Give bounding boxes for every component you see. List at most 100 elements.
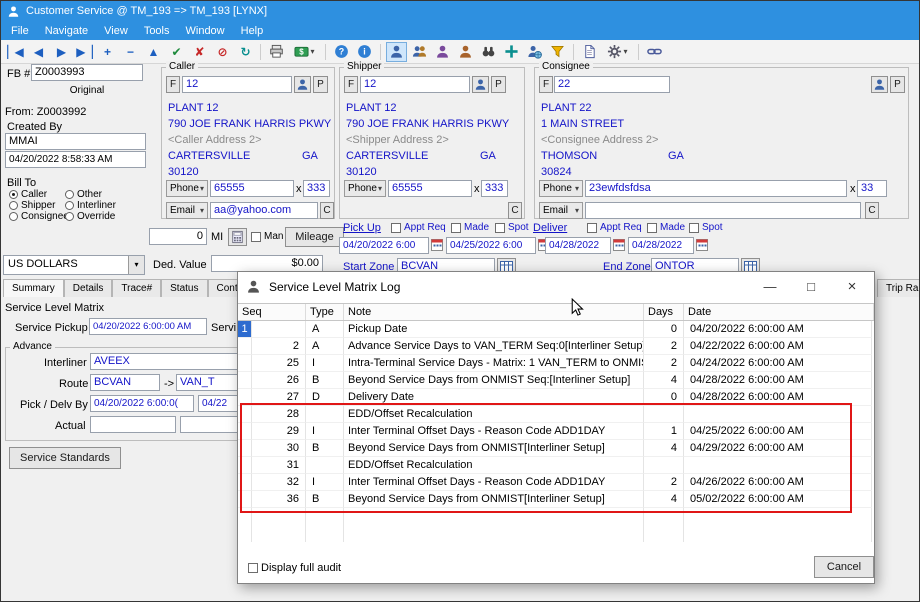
route-from-field[interactable]: BCVAN xyxy=(90,374,160,391)
tab-trace-[interactable]: Trace# xyxy=(112,279,161,297)
log-row[interactable]: 29IInter Terminal Offset Days - Reason C… xyxy=(238,423,874,440)
log-cell[interactable]: 0 xyxy=(644,321,684,338)
log-cell[interactable] xyxy=(238,457,252,474)
bill-to-option-consignee[interactable]: Consignee xyxy=(9,211,69,222)
bill-to-option-other[interactable]: Other xyxy=(65,189,116,200)
log-cell[interactable]: 32 xyxy=(252,474,306,491)
menu-view[interactable]: View xyxy=(96,23,136,39)
caller-contact-button[interactable] xyxy=(294,76,311,93)
log-cell[interactable]: 2 xyxy=(252,338,306,355)
caller-p-button[interactable]: P xyxy=(313,76,328,93)
shipper-code-field[interactable]: 12 xyxy=(360,76,470,93)
log-cell[interactable]: 4 xyxy=(644,491,684,508)
shipper-phone-combo[interactable]: Phone▾ xyxy=(344,180,386,197)
log-cell[interactable]: 26 xyxy=(252,372,306,389)
log-cell[interactable]: Beyond Service Days from ONMIST[Interlin… xyxy=(344,491,644,508)
caller-email-combo[interactable]: Email▾ xyxy=(166,202,208,219)
log-cell[interactable]: 36 xyxy=(252,491,306,508)
log-cell[interactable]: 4 xyxy=(644,372,684,389)
chevron-down-icon[interactable]: ▾ xyxy=(128,256,144,274)
column-header-type[interactable]: Type xyxy=(306,304,344,320)
next-record-icon[interactable]: ▶ xyxy=(50,42,71,62)
log-cell[interactable] xyxy=(238,474,252,491)
log-cell[interactable]: 4 xyxy=(644,440,684,457)
maximize-button[interactable]: □ xyxy=(791,273,831,300)
shipper-phone-field[interactable]: 65555 xyxy=(388,180,472,197)
log-row[interactable]: 27DDelivery Date004/28/2022 6:00:00 AM xyxy=(238,389,874,406)
shipper-f-button[interactable]: F xyxy=(344,76,358,93)
log-cell[interactable]: 04/28/2022 6:00:00 AM xyxy=(684,389,872,406)
deliver-made-checkbox[interactable]: Made xyxy=(647,222,685,233)
caller-email-field[interactable]: aa@yahoo.com xyxy=(210,202,318,219)
log-cell[interactable]: 2 xyxy=(644,338,684,355)
log-cell[interactable]: A xyxy=(306,321,344,338)
print-icon[interactable] xyxy=(266,42,287,62)
actual-field-1[interactable] xyxy=(90,416,176,433)
column-header-days[interactable]: Days xyxy=(644,304,684,320)
consignee-phone-field[interactable]: 23ewfdsfdsa xyxy=(585,180,847,197)
deliver-spot-checkbox[interactable]: Spot xyxy=(689,222,723,233)
actual-field-2[interactable] xyxy=(180,416,242,433)
log-cell[interactable]: 04/28/2022 6:00:00 AM xyxy=(684,372,872,389)
delete-record-icon[interactable]: − xyxy=(119,42,140,62)
consignee-c-button[interactable]: C xyxy=(865,202,879,219)
caller-f-button[interactable]: F xyxy=(166,76,180,93)
ded-value-field[interactable]: $0.00 xyxy=(211,255,323,272)
consignee-email-combo[interactable]: Email▾ xyxy=(539,202,583,219)
web-user-icon[interactable] xyxy=(524,42,545,62)
menu-file[interactable]: File xyxy=(3,23,37,39)
minimize-button[interactable]: — xyxy=(750,273,790,300)
log-cell[interactable] xyxy=(238,372,252,389)
log-cell[interactable]: 27 xyxy=(252,389,306,406)
log-cell[interactable] xyxy=(238,406,252,423)
consignee-p-button[interactable]: P xyxy=(890,76,905,93)
column-header-date[interactable]: Date xyxy=(684,304,874,320)
service-pickup-field[interactable]: 04/20/2022 6:00:00 AM xyxy=(89,318,207,335)
log-cell[interactable]: 1 xyxy=(644,423,684,440)
mileage-button[interactable]: Mileage xyxy=(285,227,344,247)
consignee-email-field[interactable] xyxy=(585,202,861,219)
datetime-picker-icon[interactable] xyxy=(431,238,443,251)
pickup-made-checkbox[interactable]: Made xyxy=(451,222,489,233)
menu-window[interactable]: Window xyxy=(178,23,233,39)
log-cell[interactable]: B xyxy=(306,440,344,457)
log-cell[interactable]: 31 xyxy=(252,457,306,474)
bill-to-option-caller[interactable]: Caller xyxy=(9,189,69,200)
log-row[interactable]: 30BBeyond Service Days from ONMIST[Inter… xyxy=(238,440,874,457)
log-cell[interactable]: B xyxy=(306,372,344,389)
log-cell[interactable]: 04/25/2022 6:00:00 AM xyxy=(684,423,872,440)
edit-record-icon[interactable]: ▲ xyxy=(142,42,163,62)
log-cell[interactable] xyxy=(644,406,684,423)
abort-icon[interactable]: ⊘ xyxy=(211,42,232,62)
log-cell[interactable]: I xyxy=(306,355,344,372)
log-cell[interactable]: 0 xyxy=(644,389,684,406)
display-full-audit-checkbox[interactable]: Display full audit xyxy=(248,562,341,574)
close-button[interactable]: × xyxy=(832,273,872,300)
deliver-label[interactable]: Deliver xyxy=(533,222,567,234)
shipper-c-button[interactable]: C xyxy=(508,202,522,219)
log-row[interactable]: 31EDD/Offset Recalculation xyxy=(238,457,874,474)
pick-by-field[interactable]: 04/20/2022 6:00:0( xyxy=(90,395,194,412)
caller-phone-field[interactable]: 65555 xyxy=(210,180,294,197)
caller-phone-combo[interactable]: Phone▾ xyxy=(166,180,208,197)
refresh-icon[interactable]: ↻ xyxy=(234,42,255,62)
log-cell[interactable]: 30 xyxy=(252,440,306,457)
log-cell[interactable]: 05/02/2022 6:00:00 AM xyxy=(684,491,872,508)
caller-c-button[interactable]: C xyxy=(320,202,334,219)
log-row[interactable]: 26BBeyond Service Days from ONMIST Seq:[… xyxy=(238,372,874,389)
log-cell[interactable]: Inter Terminal Offset Days - Reason Code… xyxy=(344,474,644,491)
fb-field[interactable]: Z0003993 xyxy=(31,64,143,81)
bill-to-option-interliner[interactable]: Interliner xyxy=(65,200,116,211)
datetime-picker-icon[interactable] xyxy=(613,238,625,251)
tab-summary[interactable]: Summary xyxy=(3,279,64,297)
deliver-date1-field[interactable]: 04/28/2022 xyxy=(545,237,611,254)
pickup-date1-field[interactable]: 04/20/2022 6:00 xyxy=(339,237,429,254)
post-edit-icon[interactable]: ✔ xyxy=(165,42,186,62)
tab-trip-rates[interactable]: Trip Ra xyxy=(877,279,920,297)
info-icon[interactable]: i xyxy=(354,42,375,62)
log-cell[interactable]: B xyxy=(306,491,344,508)
help-icon[interactable]: ? xyxy=(331,42,352,62)
shipper-contact-button[interactable] xyxy=(472,76,489,93)
log-cell[interactable] xyxy=(238,491,252,508)
log-cell[interactable]: 2 xyxy=(644,474,684,491)
